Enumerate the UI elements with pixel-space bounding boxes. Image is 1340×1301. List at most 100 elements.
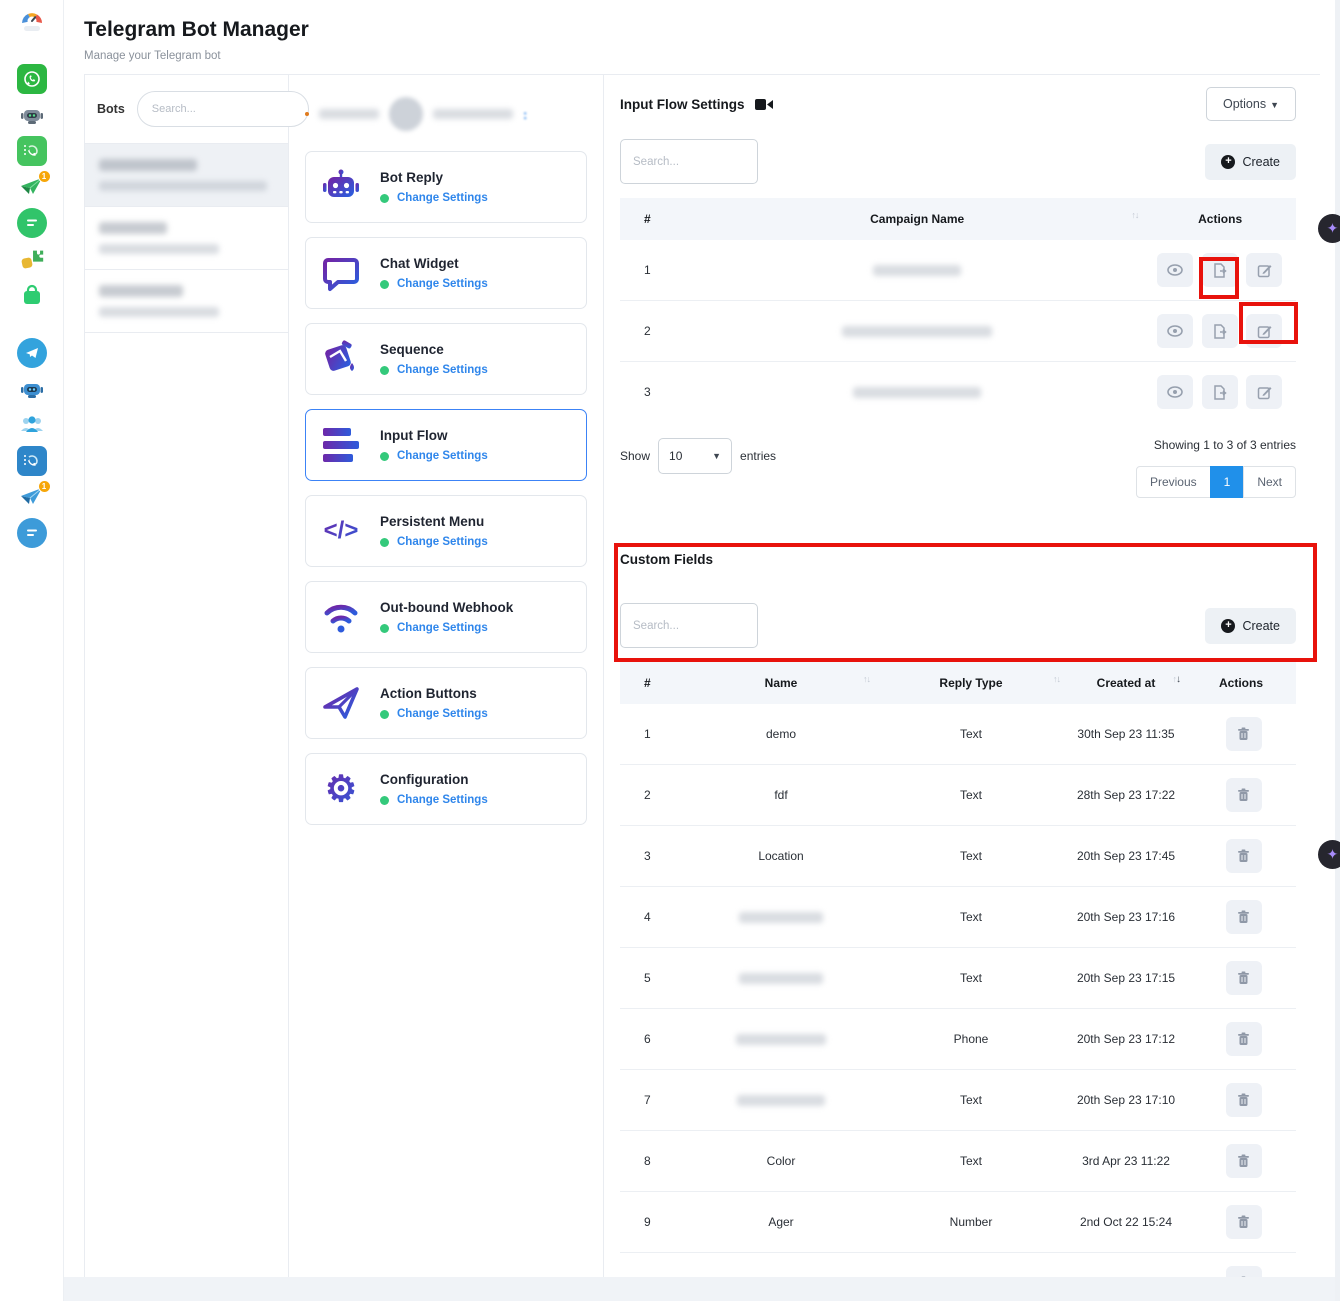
field-type: Text — [876, 704, 1066, 765]
col-campaign-name[interactable]: Campaign Name↑↓ — [690, 198, 1144, 240]
delete-button[interactable] — [1226, 900, 1262, 934]
campaign-table: # Campaign Name↑↓ Actions 1 — [620, 198, 1296, 422]
view-button[interactable] — [1157, 253, 1193, 287]
card-action-buttons[interactable]: Action Buttons Change Settings — [305, 667, 587, 739]
change-settings-link[interactable]: Change Settings — [397, 450, 488, 462]
ai-assistant-fab[interactable]: ✦ — [1318, 840, 1340, 869]
sort-icon: ↑↓ — [1053, 674, 1060, 684]
messenger-blue-icon[interactable] — [17, 518, 47, 548]
export-button[interactable] — [1202, 314, 1238, 348]
custom-fields-search-input[interactable] — [620, 603, 758, 648]
field-name: fdf — [686, 765, 876, 826]
card-bot-reply[interactable]: Bot Reply Change Settings — [305, 151, 587, 223]
field-name-redacted — [739, 973, 823, 984]
card-persistent-menu[interactable]: </> Persistent Menu Change Settings — [305, 495, 587, 567]
delete-button[interactable] — [1226, 1205, 1262, 1239]
bot-settings-panel: : Bot Reply Change Settings Chat Widget … — [289, 75, 604, 1301]
change-settings-link[interactable]: Change Settings — [397, 622, 488, 634]
bot-list-item[interactable] — [85, 144, 288, 207]
dashboard-speedometer-icon[interactable] — [17, 6, 47, 36]
change-settings-link[interactable]: Change Settings — [397, 536, 488, 548]
view-button[interactable] — [1157, 314, 1193, 348]
delete-button[interactable] — [1226, 1144, 1262, 1178]
bots-panel: Bots — [84, 75, 289, 1301]
page-size-select[interactable]: 10▼ — [658, 438, 732, 474]
broadcast-green-icon[interactable]: 1 — [17, 172, 47, 202]
change-settings-link[interactable]: Change Settings — [397, 192, 488, 204]
app-icon-rail: 1 1 — [0, 0, 64, 1301]
edit-button[interactable] — [1246, 375, 1282, 409]
change-settings-link[interactable]: Change Settings — [397, 708, 488, 720]
bots-search-input[interactable] — [137, 91, 309, 127]
integrations-icon[interactable] — [17, 244, 47, 274]
card-configuration[interactable]: ⚙ Configuration Change Settings — [305, 753, 587, 825]
shop-icon[interactable] — [17, 280, 47, 310]
change-settings-link[interactable]: Change Settings — [397, 278, 488, 290]
card-title: Out-bound Webhook — [380, 600, 513, 615]
delete-button[interactable] — [1226, 778, 1262, 812]
delete-button[interactable] — [1226, 1022, 1262, 1056]
row-number: 2 — [620, 301, 690, 362]
card-title: Bot Reply — [380, 170, 488, 185]
view-button[interactable] — [1157, 375, 1193, 409]
contacts-blue-icon[interactable] — [17, 446, 47, 476]
col-num[interactable]: # — [620, 198, 690, 240]
broadcast-badge: 1 — [38, 170, 51, 183]
delete-button[interactable] — [1226, 717, 1262, 751]
messenger-green-icon[interactable] — [17, 208, 47, 238]
ai-assistant-fab[interactable]: ✦ — [1318, 214, 1340, 243]
broadcast-blue-icon[interactable]: 1 — [17, 482, 47, 512]
bot-reply-icon — [318, 164, 364, 210]
delete-button[interactable] — [1226, 961, 1262, 995]
col-num[interactable]: # — [620, 662, 686, 704]
custom-field-row: 2 fdf Text 28th Sep 23 17:22 — [620, 765, 1296, 826]
delete-button[interactable] — [1226, 1083, 1262, 1117]
options-button[interactable]: Options▼ — [1206, 87, 1296, 121]
bot-username-redacted — [99, 181, 267, 191]
chatbot-blue-icon[interactable] — [17, 374, 47, 404]
delete-button[interactable] — [1226, 839, 1262, 873]
edit-button[interactable] — [1246, 314, 1282, 348]
input-flow-settings-title: Input Flow Settings — [620, 97, 745, 112]
edit-button[interactable] — [1246, 253, 1282, 287]
export-button[interactable] — [1202, 375, 1238, 409]
previous-page-button[interactable]: Previous — [1136, 466, 1211, 498]
bot-list-item[interactable] — [85, 207, 288, 270]
page-subtitle: Manage your Telegram bot — [84, 50, 1320, 62]
status-green-dot — [380, 366, 389, 375]
sort-icon: ↑↓ — [863, 674, 870, 684]
change-settings-link[interactable]: Change Settings — [397, 364, 488, 376]
export-button[interactable] — [1202, 253, 1238, 287]
field-type: Number — [876, 1192, 1066, 1253]
whatsapp-icon[interactable] — [17, 64, 47, 94]
contacts-green-icon[interactable] — [17, 136, 47, 166]
scrollbar-track[interactable] — [1335, 0, 1340, 1301]
field-created: 20th Sep 23 17:10 — [1066, 1070, 1186, 1131]
bot-menu-icon[interactable]: : — [523, 107, 527, 122]
field-type: Phone — [876, 1009, 1066, 1070]
telegram-icon[interactable] — [17, 338, 47, 368]
campaign-search-input[interactable] — [620, 139, 758, 184]
col-name[interactable]: Name↑↓ — [686, 662, 876, 704]
card-outbound-webhook[interactable]: Out-bound Webhook Change Settings — [305, 581, 587, 653]
campaign-create-button[interactable]: +Create — [1205, 144, 1296, 180]
card-sequence[interactable]: Sequence Change Settings — [305, 323, 587, 395]
card-chat-widget[interactable]: Chat Widget Change Settings — [305, 237, 587, 309]
row-number: 1 — [620, 240, 690, 301]
custom-field-row: 7 Text 20th Sep 23 17:10 — [620, 1070, 1296, 1131]
change-settings-link[interactable]: Change Settings — [397, 794, 488, 806]
row-number: 8 — [620, 1131, 686, 1192]
groups-blue-icon[interactable] — [17, 410, 47, 440]
custom-fields-create-button[interactable]: +Create — [1205, 608, 1296, 644]
next-page-button[interactable]: Next — [1243, 466, 1296, 498]
col-created-at[interactable]: Created at↑↓ — [1066, 662, 1186, 704]
bot-list-item[interactable] — [85, 270, 288, 333]
page-button-1[interactable]: 1 — [1210, 466, 1245, 498]
input-flow-panel: Input Flow Settings Options▼ +Create # C… — [604, 75, 1320, 1301]
card-input-flow[interactable]: Input Flow Change Settings — [305, 409, 587, 481]
chatbot-green-icon[interactable] — [17, 100, 47, 130]
col-reply-type[interactable]: Reply Type↑↓ — [876, 662, 1066, 704]
field-created: 20th Sep 23 17:15 — [1066, 948, 1186, 1009]
video-tutorial-icon[interactable] — [755, 98, 773, 111]
entries-label: entries — [740, 449, 776, 463]
